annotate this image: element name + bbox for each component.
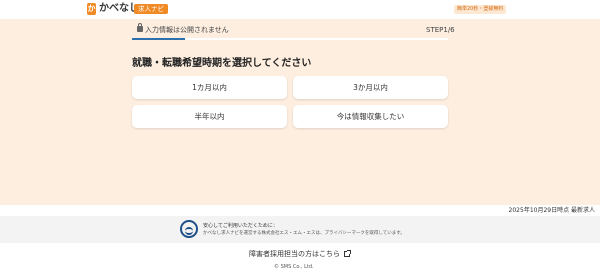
form-area: 入力情報は公開されません STEP1/6 就職・転職希望時期を選択してください … (0, 19, 600, 205)
privacy-mark-icon[interactable] (180, 220, 198, 238)
option-3-months[interactable]: 3か月以内 (293, 76, 448, 99)
privacy-title: 安心してご利用いただくために： (203, 223, 278, 229)
step-indicator: STEP1/6 (426, 26, 455, 34)
option-half-year[interactable]: 半年以内 (132, 105, 287, 128)
copyright: © SMS Co., Ltd. (274, 264, 314, 270)
lock-icon (137, 23, 143, 32)
progress-bar (132, 38, 448, 40)
logo-icon[interactable]: か (87, 3, 96, 15)
privacy-section: 安心してご利用いただくために： かべなし求人ナビを運営する株式会社エス・エム・エ… (0, 216, 600, 243)
update-date: 2025年10月29日時点 最新求人 (508, 207, 595, 214)
privacy-body: かべなし求人ナビを運営する株式会社エス・エム・エスは、プライバシーマークを取得し… (203, 231, 405, 236)
privacy-notice-text: 入力情報は公開されません (145, 26, 229, 34)
progress-fill (132, 38, 185, 40)
question-title: 就職・転職希望時期を選択してください (132, 58, 312, 69)
site-header: か かべなし 求人ナビ 簡単20秒・登録無料 (0, 0, 600, 19)
logo-badge[interactable]: 求人ナビ (134, 4, 168, 14)
employer-link[interactable]: 障害者採用担当の方はこちら (249, 250, 351, 259)
logo-text[interactable]: かべなし (99, 3, 139, 15)
option-gathering-info[interactable]: 今は情報収集したい (293, 105, 448, 128)
employer-link-text[interactable]: 障害者採用担当の方はこちら (249, 250, 340, 258)
signup-badge: 簡単20秒・登録無料 (454, 5, 507, 14)
option-1-month[interactable]: 1カ月以内 (132, 76, 287, 99)
external-link-icon (344, 250, 351, 257)
privacy-notice: 入力情報は公開されません (137, 23, 229, 35)
